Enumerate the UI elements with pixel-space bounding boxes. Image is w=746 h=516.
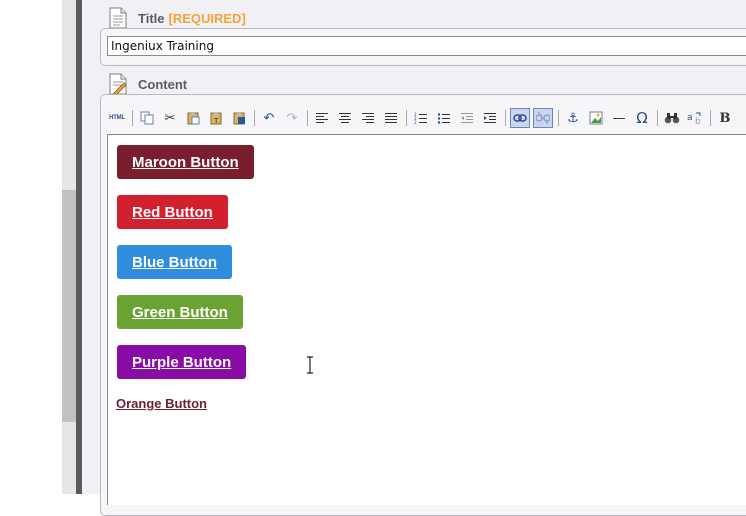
text-cursor-icon — [307, 356, 313, 374]
toolbar-separator — [307, 110, 308, 126]
title-field-header: Title [REQUIRED] — [108, 6, 246, 30]
indent-icon — [484, 112, 496, 123]
toolbar-separator — [710, 110, 711, 126]
justify-button[interactable] — [381, 108, 401, 128]
special-character-button[interactable]: Ω — [632, 108, 652, 128]
svg-text:b: b — [695, 117, 701, 125]
toolbar-separator — [406, 110, 407, 126]
html-source-button[interactable]: HTML — [107, 108, 127, 128]
green-button[interactable]: Green Button — [117, 295, 243, 329]
insert-image-button[interactable] — [586, 108, 606, 128]
paste-text-button[interactable]: T — [206, 108, 226, 128]
justify-icon — [385, 113, 397, 123]
anchor-icon: ⚓ — [567, 110, 579, 126]
align-right-icon — [362, 113, 374, 123]
title-input[interactable]: Ingeniux Training — [107, 36, 746, 56]
orange-button-link[interactable]: Orange Button — [116, 396, 207, 411]
paste-icon — [187, 112, 200, 125]
toolbar-separator — [558, 110, 559, 126]
bold-icon: B — [719, 110, 731, 126]
bulleted-list-icon — [437, 112, 450, 124]
undo-icon: ↶ — [263, 110, 275, 126]
left-pane — [0, 0, 62, 494]
insert-link-button[interactable] — [510, 108, 530, 128]
bold-button[interactable]: B — [715, 108, 735, 128]
indent-button[interactable] — [480, 108, 500, 128]
copy-icon — [140, 111, 154, 125]
omega-icon: Ω — [636, 108, 648, 127]
binoculars-icon — [664, 113, 680, 124]
align-center-button[interactable] — [335, 108, 355, 128]
anchor-button[interactable]: ⚓ — [563, 108, 583, 128]
svg-text:T: T — [213, 117, 219, 125]
outdent-button[interactable] — [457, 108, 477, 128]
paste-button[interactable] — [183, 108, 203, 128]
title-label: Title — [138, 10, 165, 26]
horizontal-rule-icon: — — [612, 110, 626, 126]
copy-button[interactable] — [137, 108, 157, 128]
scissors-icon: ✂ — [164, 110, 176, 126]
toolbar-separator — [254, 110, 255, 126]
toolbar-separator — [505, 110, 506, 126]
maroon-button[interactable]: Maroon Button — [117, 145, 254, 179]
purple-button[interactable]: Purple Button — [117, 345, 247, 379]
content-field-header: Content — [108, 72, 187, 96]
vertical-scrollbar[interactable] — [62, 0, 76, 494]
blue-button[interactable]: Blue Button — [117, 245, 232, 279]
unlink-icon — [536, 111, 550, 125]
link-icon — [513, 114, 527, 122]
undo-button[interactable]: ↶ — [259, 108, 279, 128]
find-replace-icon: ab — [687, 112, 701, 125]
document-icon — [108, 7, 128, 29]
outdent-icon — [461, 112, 473, 123]
align-left-button[interactable] — [312, 108, 332, 128]
toolbar-separator — [657, 110, 658, 126]
find-button[interactable] — [662, 108, 682, 128]
red-button[interactable]: Red Button — [117, 195, 228, 229]
paste-text-icon: T — [210, 112, 222, 125]
svg-text:3: 3 — [414, 120, 417, 125]
unlink-button[interactable] — [533, 108, 553, 128]
replace-button[interactable]: ab — [685, 108, 705, 128]
align-left-icon — [316, 113, 328, 123]
toolbar-separator — [132, 110, 133, 126]
svg-text:a: a — [687, 113, 693, 123]
numbered-list-icon: 123 — [414, 112, 427, 125]
numbered-list-button[interactable]: 123 — [411, 108, 431, 128]
paste-word-icon — [233, 112, 245, 125]
horizontal-rule-button[interactable]: — — [609, 108, 629, 128]
scrollbar-thumb[interactable] — [62, 190, 76, 422]
align-right-button[interactable] — [358, 108, 378, 128]
redo-button[interactable]: ↷ — [282, 108, 302, 128]
align-center-icon — [339, 113, 351, 123]
redo-icon: ↷ — [286, 110, 298, 126]
required-tag: [REQUIRED] — [168, 10, 246, 26]
content-label: Content — [138, 76, 188, 92]
cut-button[interactable]: ✂ — [160, 108, 180, 128]
paste-word-button[interactable] — [229, 108, 249, 128]
bulleted-list-button[interactable] — [434, 108, 454, 128]
edit-document-icon — [108, 73, 128, 96]
editor-toolbar: HTML ✂ T ↶ ↷ 123 ⚓ — Ω a b B — [107, 106, 746, 130]
image-icon — [589, 111, 603, 125]
